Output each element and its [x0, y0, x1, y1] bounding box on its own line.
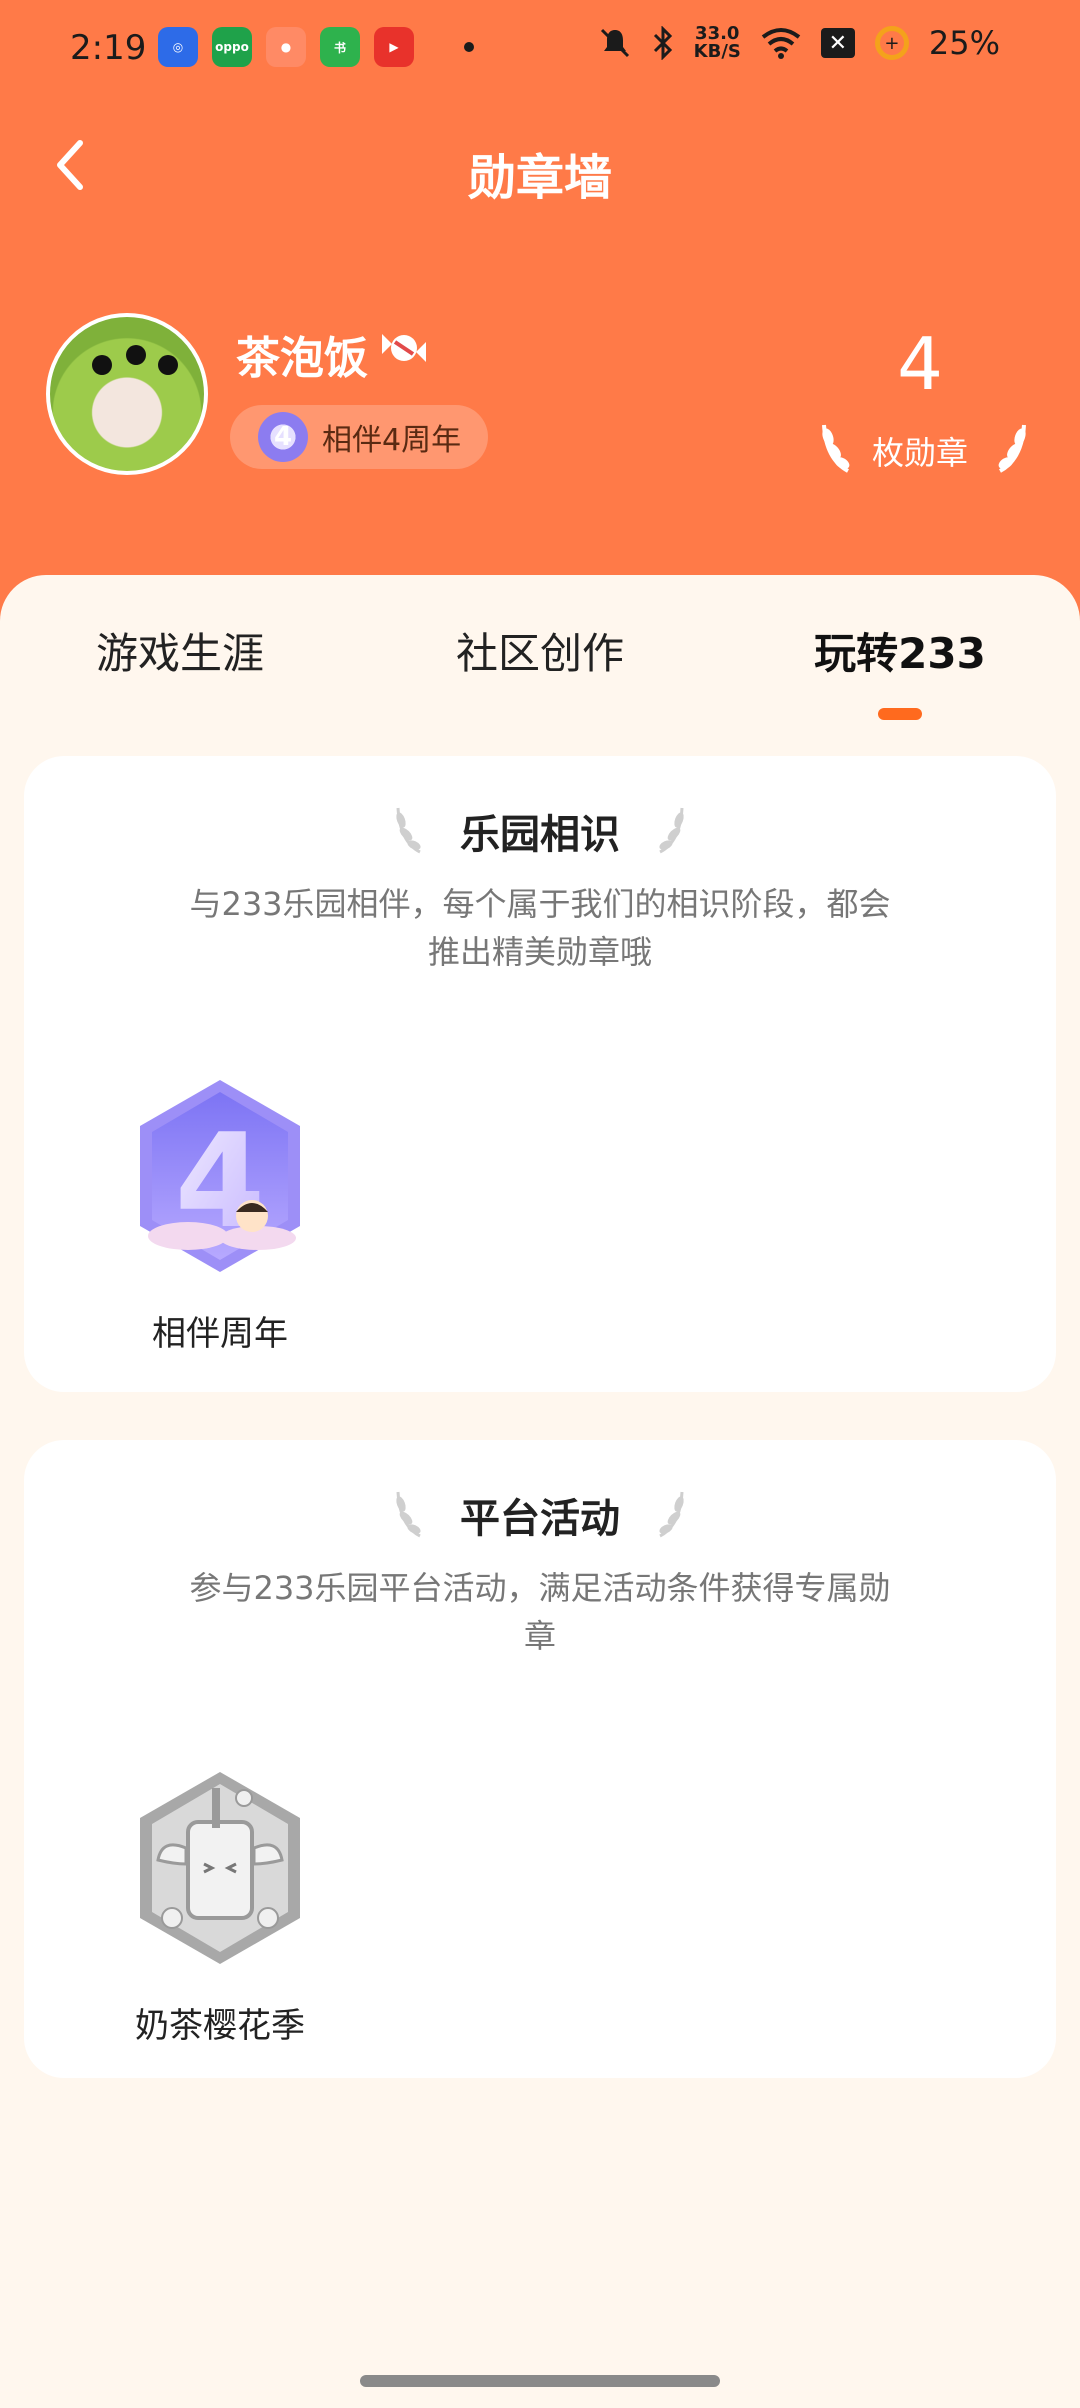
tab-game-career[interactable]: 游戏生涯: [50, 620, 310, 681]
companion-badge[interactable]: 4 相伴4周年: [230, 405, 488, 469]
oppo-notification-icon: oppo: [212, 27, 252, 67]
section-title: 平台活动: [460, 1496, 620, 1542]
tab-community-creation[interactable]: 社区创作: [410, 620, 670, 681]
wifi-icon: [761, 28, 801, 59]
mute-icon: [600, 28, 629, 58]
medal-name: 相伴周年: [152, 1314, 288, 1354]
tab-bar: 游戏生涯 社区创作 玩转233: [0, 620, 1080, 700]
avatar-eye: [126, 345, 146, 365]
section-description: 参与233乐园平台活动，满足活动条件获得专属勋 章: [144, 1564, 936, 1660]
status-bar: 2:19 ◎ oppo ● 书 ▶ 33.0 KB/S ✕ + 25%: [0, 0, 1080, 100]
battery-percent: 25%: [928, 24, 1000, 62]
data-saver-icon: ✕: [820, 28, 855, 58]
section-card-platform-activities: 平台活动 参与233乐园平台活动，满足活动条件获得专属勋 章 奶茶樱花季: [24, 1440, 1056, 2078]
section-description-line: 与233乐园相伴，每个属于我们的相识阶段，都会: [189, 885, 891, 923]
section-description-line: 推出精美勋章哦: [427, 933, 652, 971]
video-notification-icon: ▶: [374, 27, 414, 67]
bluetooth-icon: [653, 26, 672, 60]
medal-name: 奶茶樱花季: [135, 2006, 305, 2046]
wheat-right-icon: [659, 1491, 684, 1538]
section-card-park-acquaintance: 乐园相识 与233乐园相伴，每个属于我们的相识阶段，都会 推出精美勋章哦 4 相…: [24, 756, 1056, 1392]
more-notifications-icon: [464, 42, 474, 52]
app-notification-icon: ●: [266, 27, 306, 67]
medal-count: 4: [897, 322, 943, 406]
avatar-eye: [158, 355, 178, 375]
tab-play-233[interactable]: 玩转233: [770, 620, 1030, 681]
home-indicator[interactable]: [360, 2375, 720, 2387]
active-tab-indicator: [878, 708, 922, 720]
network-speed-unit: KB/S: [693, 41, 741, 62]
page-title: 勋章墙: [467, 150, 612, 206]
status-time: 2:19: [70, 28, 147, 68]
section-description: 与233乐园相伴，每个属于我们的相识阶段，都会 推出精美勋章哦: [144, 880, 936, 976]
companion-label: 相伴4周年: [322, 423, 462, 458]
candy-icon: [382, 334, 426, 362]
status-indicators: 33.0 KB/S ✕ + 25%: [598, 24, 1000, 62]
novel-notification-icon: 书: [320, 27, 360, 67]
section-description-line: 参与233乐园平台活动，满足活动条件获得专属勋: [189, 1569, 891, 1607]
avatar[interactable]: [46, 313, 208, 475]
section-description-line: 章: [523, 1617, 556, 1655]
milk-tea-sakura-medal-icon: [140, 1772, 300, 1964]
laurel-right-icon: [998, 424, 1026, 473]
notification-icons: ◎ oppo ● 书 ▶: [158, 27, 474, 67]
avatar-eye: [92, 355, 112, 375]
network-speed: 33.0 KB/S: [694, 25, 741, 61]
medal-item-milk-tea-sakura[interactable]: 奶茶樱花季: [90, 1768, 350, 2068]
medal-item-anniversary[interactable]: 4 相伴周年: [90, 1076, 350, 1376]
anniversary-mini-medal-icon: 4: [258, 412, 308, 462]
wheat-right-icon: [659, 807, 684, 854]
anniversary-4-medal-icon: 4: [140, 1080, 300, 1272]
battery-icon: +: [874, 26, 909, 60]
username: 茶泡饭: [236, 333, 368, 384]
app-notification-icon: ◎: [158, 27, 198, 67]
section-title: 乐园相识: [460, 812, 620, 858]
